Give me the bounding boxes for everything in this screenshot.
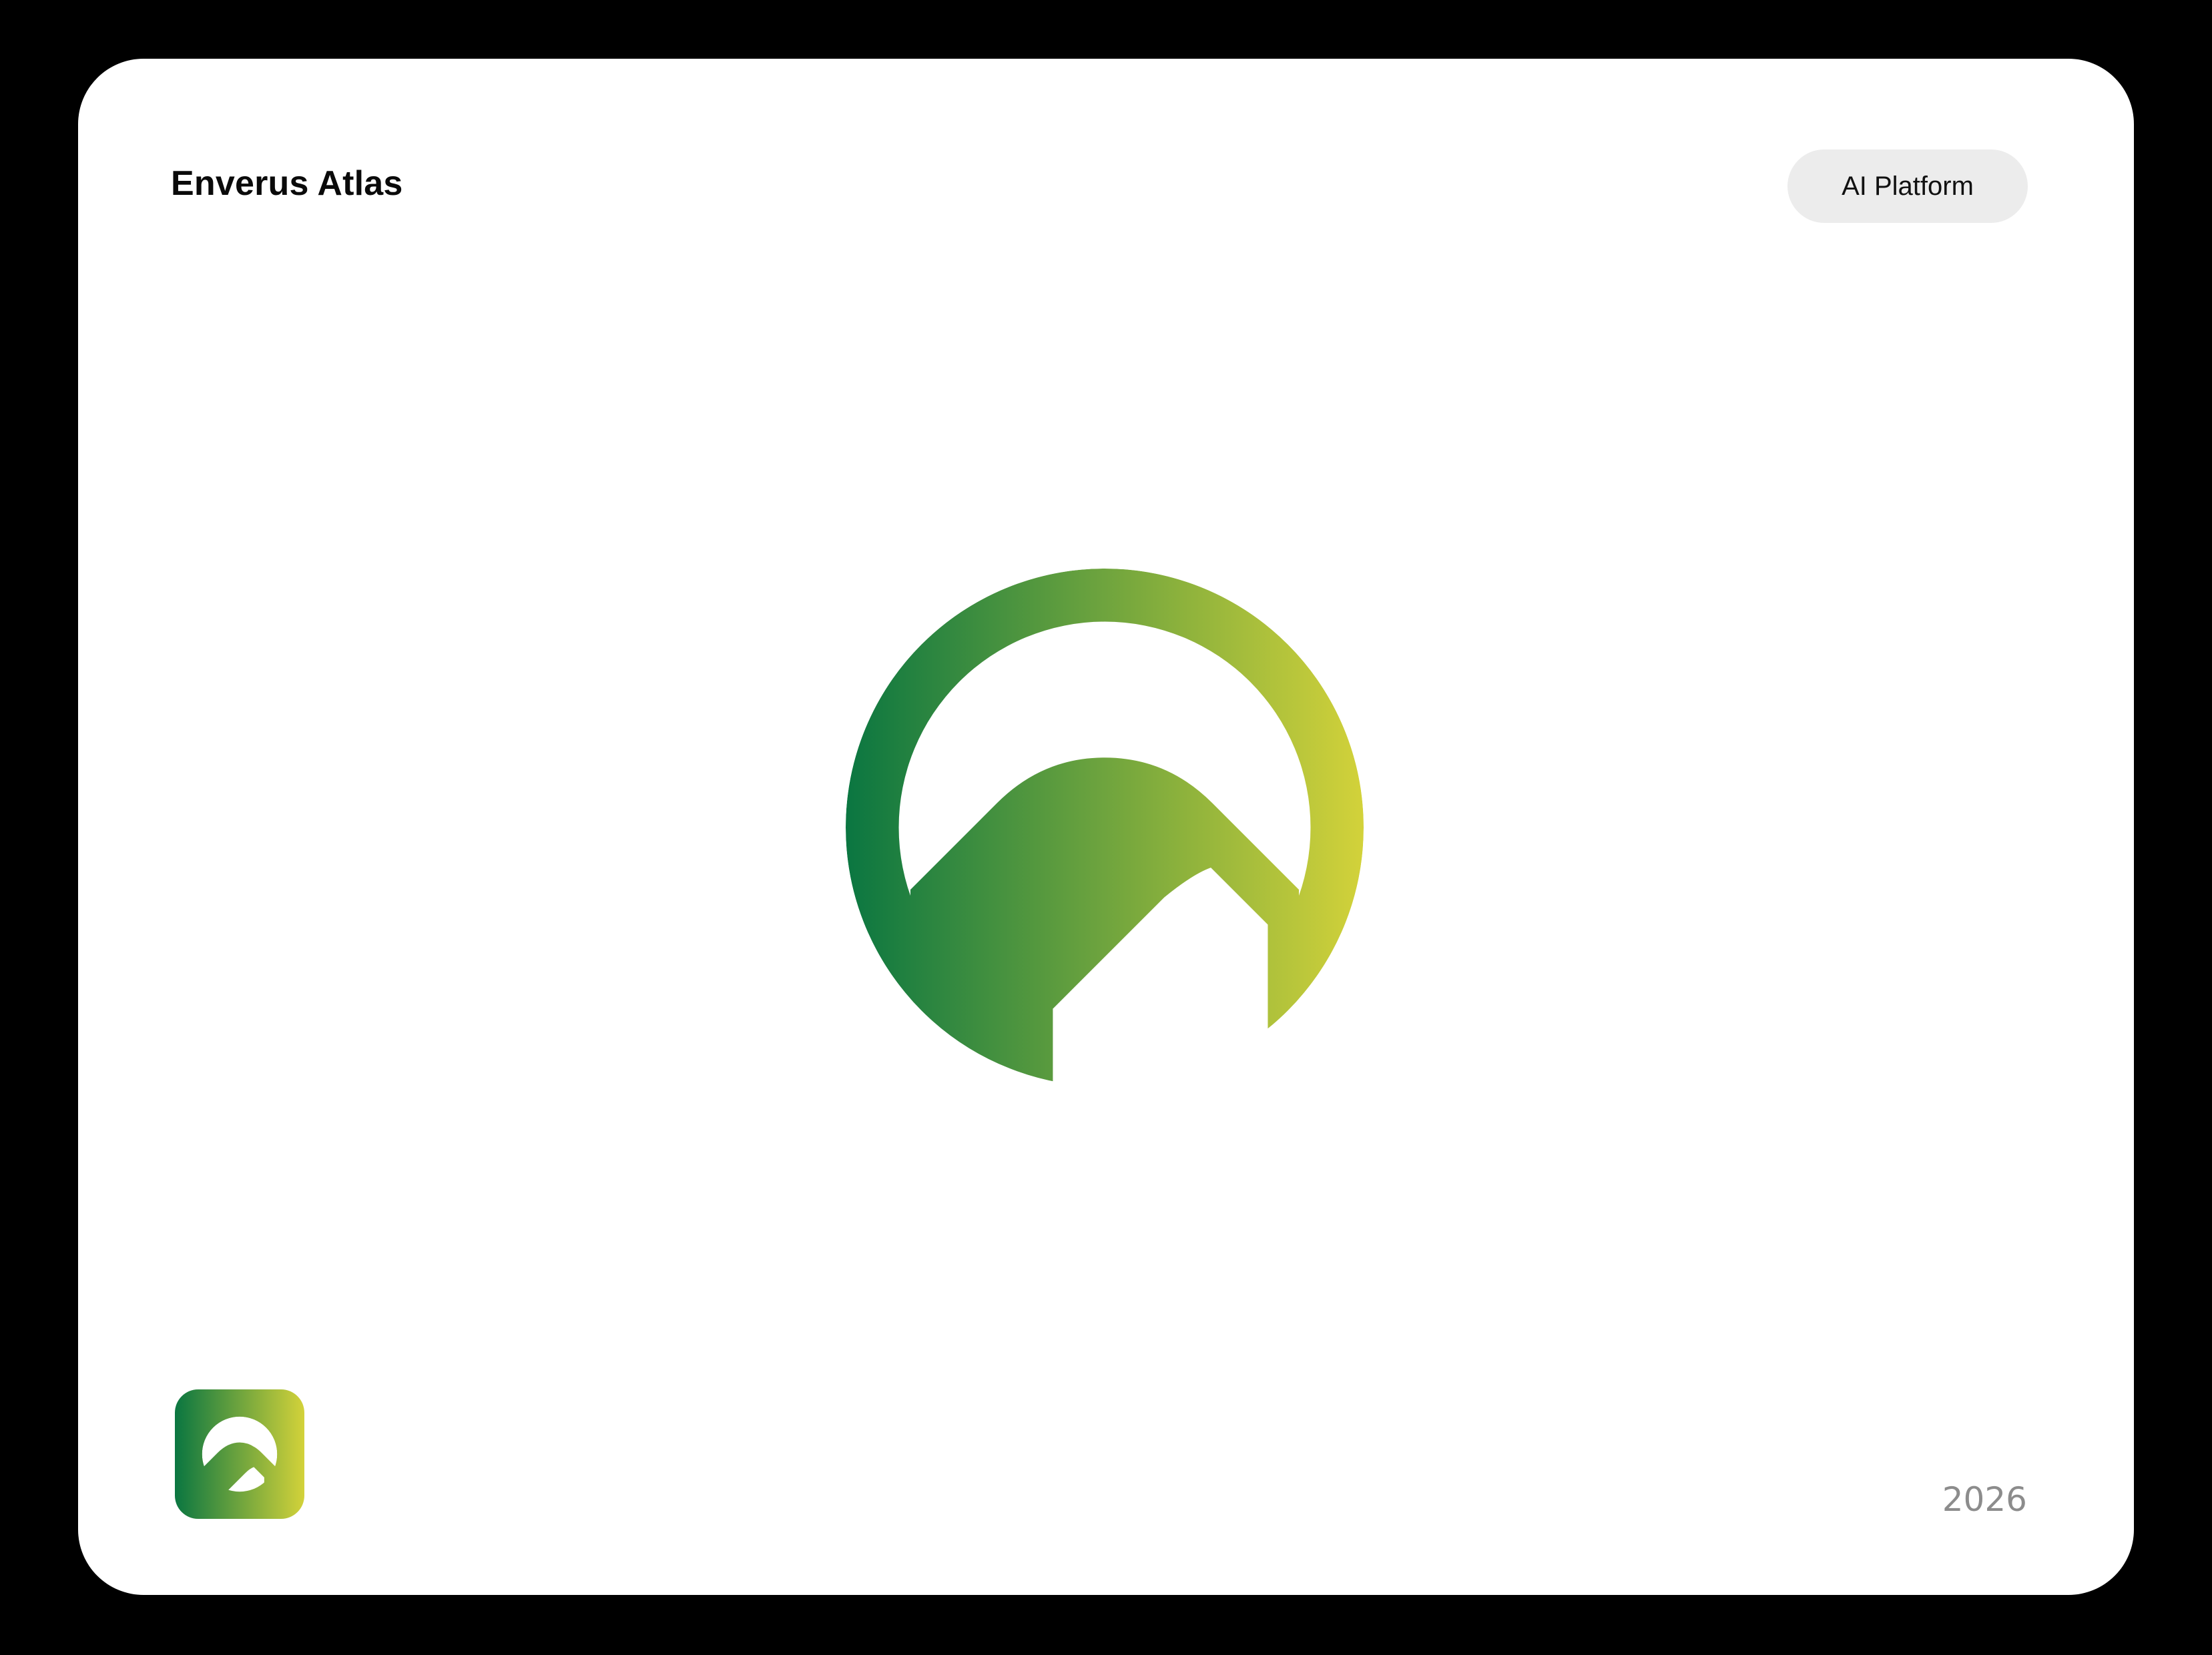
app-icon [175,1389,304,1519]
atlas-logo-icon [846,569,1364,1086]
atlas-logo-shape [846,569,1364,1086]
ai-platform-badge: AI Platform [1787,149,2028,223]
ai-platform-badge-label: AI Platform [1842,171,1974,201]
presentation-card: Enverus Atlas AI Platform 2026 [78,59,2134,1595]
year-label: 2026 [1942,1480,2027,1519]
brand-title: Enverus Atlas [171,164,403,203]
